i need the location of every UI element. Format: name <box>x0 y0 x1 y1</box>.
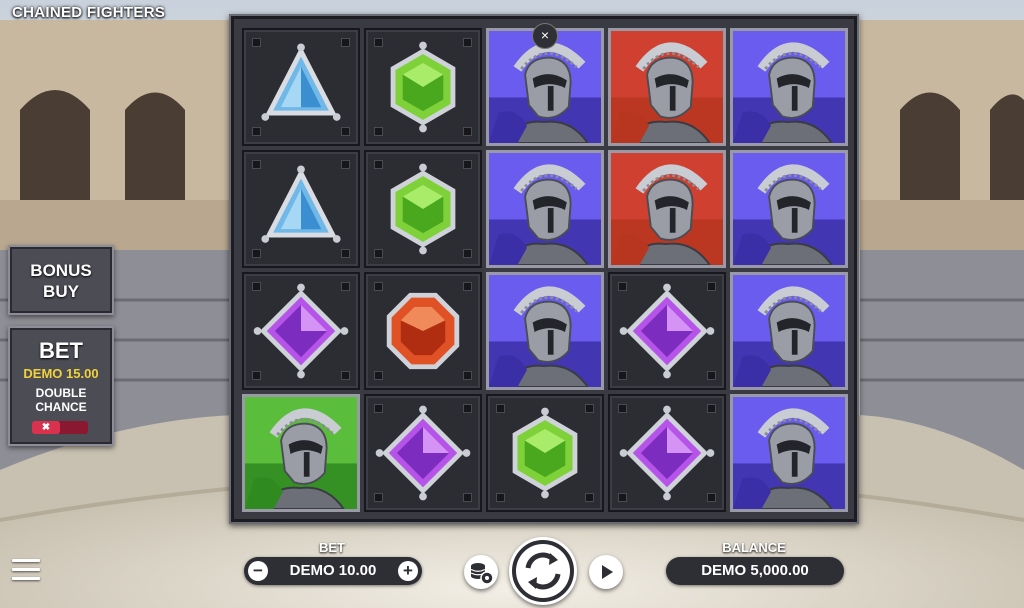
balance-label: BALANCE <box>722 540 786 555</box>
red-octagon-gem-icon <box>386 292 460 370</box>
bet-control: − DEMO 10.00 + <box>244 557 422 585</box>
double-chance-label-line1: DOUBLE <box>35 386 87 400</box>
game-title: CHAINED FIGHTERS <box>12 4 166 21</box>
bet-value: DEMO 10.00 <box>289 562 377 579</box>
bet-label: BET <box>319 540 345 555</box>
toggle-off-icon: ✖ <box>32 421 60 434</box>
purple-diamond-gem-icon <box>619 283 715 379</box>
spin-button[interactable] <box>509 537 577 605</box>
reels-grid <box>242 28 848 512</box>
autoplay-settings-button[interactable] <box>464 555 498 589</box>
coins-stack-icon <box>470 563 494 585</box>
purple-diamond-gem-icon <box>375 405 471 501</box>
symbol-red-warrior <box>608 150 726 268</box>
blue-warrior-icon <box>733 153 845 265</box>
menu-icon[interactable] <box>12 559 40 581</box>
close-icon[interactable]: × <box>532 23 558 49</box>
symbol-blue-warrior <box>486 150 604 268</box>
symbol-purple-diamond-gem <box>364 394 482 512</box>
symbol-purple-diamond-gem <box>242 272 360 390</box>
double-chance-toggle[interactable]: ✖ <box>32 421 88 434</box>
balance-value: DEMO 5,000.00 <box>666 557 844 585</box>
symbol-green-warrior <box>242 394 360 512</box>
bet-increase-button[interactable]: + <box>398 561 418 581</box>
blue-triangle-gem-icon <box>261 43 341 121</box>
symbol-blue-warrior <box>730 28 848 146</box>
play-icon <box>602 565 613 579</box>
symbol-red-warrior <box>608 28 726 146</box>
blue-warrior-icon <box>489 275 601 387</box>
bet-panel-title: BET <box>39 338 83 363</box>
symbol-purple-diamond-gem <box>608 394 726 512</box>
bet-panel: BET DEMO 15.00 DOUBLE CHANCE ✖ <box>8 326 114 446</box>
double-chance-label-line2: CHANCE <box>35 400 87 414</box>
blue-warrior-icon <box>733 31 845 143</box>
symbol-green-hexagon-gem <box>486 394 604 512</box>
green-warrior-icon <box>245 397 357 509</box>
symbol-green-hexagon-gem <box>364 28 482 146</box>
autoplay-button[interactable] <box>589 555 623 589</box>
symbol-blue-triangle-gem <box>242 150 360 268</box>
symbol-green-hexagon-gem <box>364 150 482 268</box>
symbol-blue-triangle-gem <box>242 28 360 146</box>
purple-diamond-gem-icon <box>253 283 349 379</box>
symbol-blue-warrior <box>486 272 604 390</box>
blue-warrior-icon <box>733 275 845 387</box>
bonus-buy-label-line1: BONUS <box>30 261 92 280</box>
green-hexagon-gem-icon <box>390 41 456 133</box>
bonus-buy-button[interactable]: BONUS BUY <box>8 245 114 315</box>
spin-arrows-icon <box>516 544 570 598</box>
symbol-red-octagon-gem <box>364 272 482 390</box>
bonus-buy-label-line2: BUY <box>43 282 79 301</box>
bet-panel-amount: DEMO 15.00 <box>23 366 99 381</box>
blue-warrior-icon <box>733 397 845 509</box>
blue-triangle-gem-icon <box>261 165 341 243</box>
double-chance-label: DOUBLE CHANCE <box>10 386 112 414</box>
symbol-blue-warrior <box>730 150 848 268</box>
red-warrior-icon <box>611 31 723 143</box>
green-hexagon-gem-icon <box>390 163 456 255</box>
symbol-blue-warrior <box>730 394 848 512</box>
blue-warrior-icon <box>489 153 601 265</box>
purple-diamond-gem-icon <box>619 405 715 501</box>
red-warrior-icon <box>611 153 723 265</box>
green-hexagon-gem-icon <box>512 407 578 499</box>
bet-decrease-button[interactable]: − <box>248 561 268 581</box>
symbol-blue-warrior <box>730 272 848 390</box>
symbol-purple-diamond-gem <box>608 272 726 390</box>
